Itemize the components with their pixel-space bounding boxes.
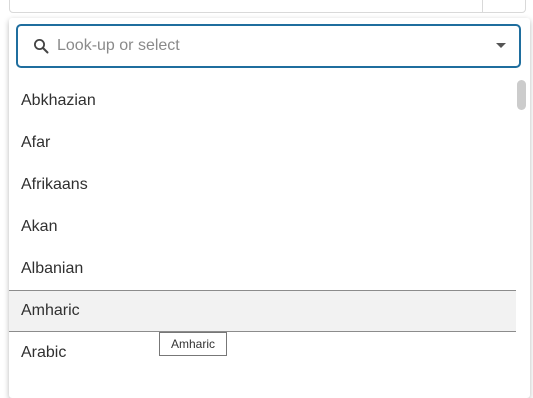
lookup-search-input[interactable] — [57, 37, 457, 55]
language-dropdown-panel: Abkhazian Afar Afrikaans Akan Albanian A… — [9, 18, 530, 398]
list-item[interactable]: Afar — [9, 122, 516, 164]
scrollbar[interactable] — [517, 76, 526, 396]
scrollbar-thumb[interactable] — [517, 80, 526, 110]
list-item[interactable]: Albanian — [9, 248, 516, 290]
search-icon — [32, 37, 50, 55]
list-item[interactable]: Afrikaans — [9, 164, 516, 206]
lookup-search-field[interactable] — [16, 24, 521, 68]
list-item[interactable]: Arabic — [9, 332, 516, 374]
previous-select-field[interactable] — [9, 0, 526, 13]
list-item-highlighted[interactable]: Amharic — [9, 290, 516, 332]
list-item[interactable]: Akan — [9, 206, 516, 248]
chevron-down-icon[interactable] — [496, 43, 506, 48]
language-options-list: Abkhazian Afar Afrikaans Akan Albanian A… — [9, 80, 516, 374]
field-divider — [482, 0, 483, 12]
option-tooltip: Amharic — [159, 332, 228, 356]
list-item[interactable]: Abkhazian — [9, 80, 516, 122]
